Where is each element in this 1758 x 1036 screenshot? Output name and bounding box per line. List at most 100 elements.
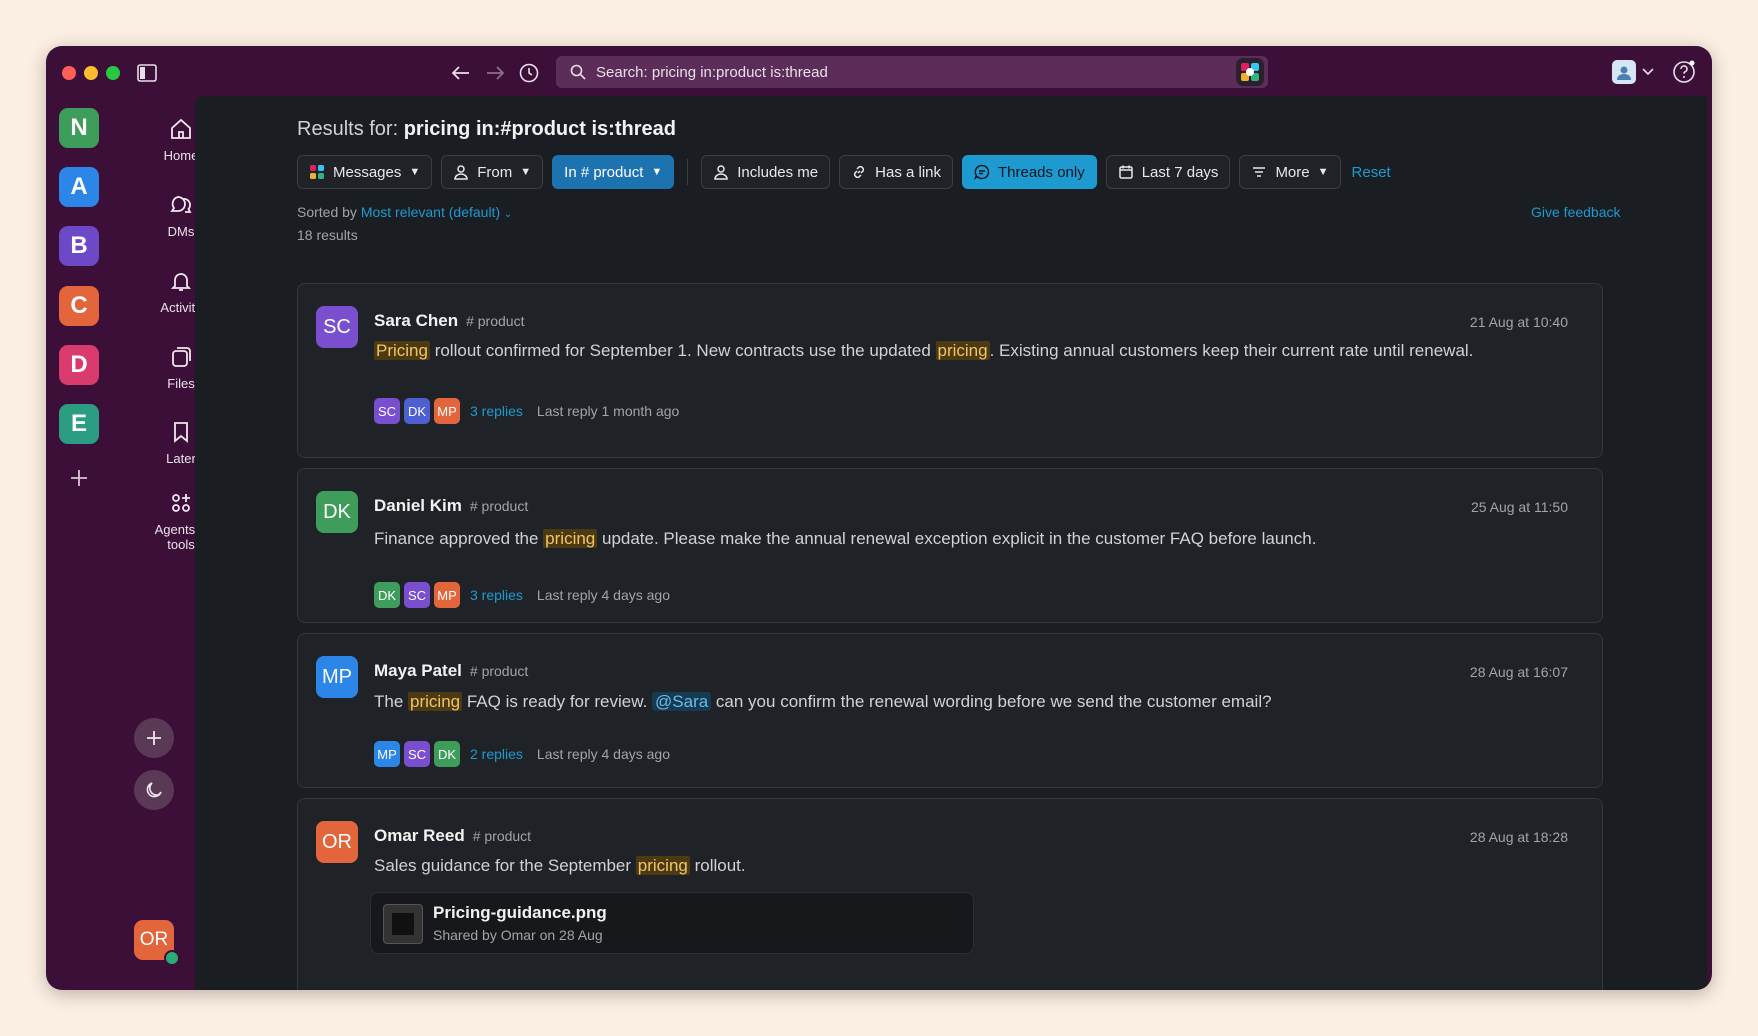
- search-query[interactable]: Search: pricing in:product is:thread: [596, 64, 1236, 81]
- moon-icon: [146, 782, 162, 798]
- online-status-indicator: [164, 950, 180, 966]
- author-avatar[interactable]: MP: [316, 656, 358, 698]
- search-bar[interactable]: Search: pricing in:product is:thread: [556, 56, 1268, 88]
- channel-label[interactable]: # product: [473, 828, 531, 844]
- participant-avatar: SC: [374, 398, 400, 424]
- search-result-card[interactable]: OR Omar Reed # product 28 Aug at 18:28 Sa…: [297, 798, 1603, 990]
- search-result-card[interactable]: SC Sara Chen # product 21 Aug at 10:40 Pr…: [297, 283, 1603, 458]
- filter-has-link[interactable]: Has a link: [839, 155, 953, 189]
- sidebar-toggle-icon[interactable]: [134, 60, 160, 86]
- channel-label[interactable]: # product: [466, 313, 524, 329]
- filter-bar: Messages ▼ From ▼ In # product ▼ Include…: [297, 155, 1391, 189]
- chevron-down-icon: ▼: [651, 166, 663, 178]
- workspace-e[interactable]: E: [59, 404, 99, 444]
- reply-count-link[interactable]: 3 replies: [470, 403, 523, 419]
- dark-mode-toggle[interactable]: [134, 770, 174, 810]
- author-name-text: Omar Reed: [374, 826, 465, 845]
- user-mention[interactable]: @Sara: [652, 692, 712, 711]
- filter-more-label: More: [1275, 163, 1310, 181]
- sort-dropdown[interactable]: Most relevant (default) ⌄: [361, 204, 513, 220]
- plus-icon: [147, 731, 161, 745]
- participant-avatar: MP: [434, 582, 460, 608]
- participant-initials: MP: [437, 587, 457, 603]
- history-clock-icon[interactable]: [516, 60, 542, 86]
- workspace-a[interactable]: A: [59, 167, 99, 207]
- minimize-window-button[interactable]: [84, 66, 98, 80]
- forward-arrow-icon[interactable]: [482, 60, 508, 86]
- workspace-letter: E: [70, 410, 87, 437]
- author-avatar[interactable]: DK: [316, 491, 358, 533]
- sorted-by-label: Sorted by: [297, 204, 357, 220]
- title-bar: Search: pricing in:product is:thread: [46, 46, 1712, 98]
- highlight-term: pricing: [935, 341, 990, 360]
- files-icon: [168, 344, 194, 370]
- message-timestamp[interactable]: 25 Aug at 11:50: [1471, 499, 1568, 515]
- file-name: Pricing-guidance.png: [433, 903, 607, 922]
- reply-count-link[interactable]: 3 replies: [470, 587, 523, 603]
- channel-label[interactable]: # product: [470, 663, 528, 679]
- filter-from[interactable]: From ▼: [441, 155, 544, 189]
- search-result-card[interactable]: MP Maya Patel # product 28 Aug at 16:07 T…: [297, 633, 1603, 788]
- nav-files-label: Files: [167, 376, 195, 391]
- workspace-c[interactable]: C: [59, 286, 99, 326]
- text-part: update. Please make the annual renewal e…: [597, 529, 1317, 548]
- close-window-button[interactable]: [62, 66, 76, 80]
- author-name[interactable]: Daniel Kim # product: [374, 496, 528, 516]
- filter-messages[interactable]: Messages ▼: [297, 155, 433, 189]
- workspace-n[interactable]: N: [59, 108, 99, 148]
- reply-count-link[interactable]: 2 replies: [470, 746, 523, 762]
- back-arrow-icon[interactable]: [448, 60, 474, 86]
- thread-replies-row[interactable]: SC DK MP 3 replies Last reply 1 month ag…: [374, 398, 679, 424]
- highlight-term: pricing: [635, 856, 690, 875]
- author-name[interactable]: Sara Chen # product: [374, 311, 524, 331]
- participant-initials: MP: [437, 403, 457, 419]
- last-reply-text: Last reply 4 days ago: [536, 746, 671, 762]
- filter-includes-me[interactable]: Includes me: [701, 155, 831, 189]
- thread-replies-row[interactable]: DK SC MP 3 replies Last reply 4 days ago: [374, 582, 670, 608]
- dms-icon: [168, 192, 194, 218]
- workspace-d[interactable]: D: [59, 345, 99, 385]
- participant-initials: MP: [377, 746, 397, 762]
- message-timestamp[interactable]: 28 Aug at 16:07: [1470, 664, 1568, 680]
- file-thumbnail: [383, 904, 423, 944]
- filter-in-channel[interactable]: In # product ▼: [552, 155, 675, 189]
- highlight-term: pricing: [408, 692, 463, 711]
- author-avatar[interactable]: SC: [316, 306, 358, 348]
- maximize-window-button[interactable]: [106, 66, 120, 80]
- thread-replies-row[interactable]: MP SC DK 2 replies Last reply 4 days ago: [374, 741, 670, 767]
- nav-later-label: Later: [166, 451, 196, 466]
- help-icon[interactable]: [1670, 58, 1698, 86]
- workspace-b[interactable]: B: [59, 226, 99, 266]
- user-avatar-icon: [1612, 60, 1636, 84]
- filter-more[interactable]: More ▼: [1239, 155, 1341, 189]
- text-part: . Existing annual customers keep their c…: [989, 341, 1474, 360]
- filter-last-7-days[interactable]: Last 7 days: [1105, 155, 1231, 189]
- filter-has-link-label: Has a link: [875, 163, 941, 181]
- create-new-button[interactable]: [134, 718, 174, 758]
- filter-last7-label: Last 7 days: [1141, 163, 1219, 181]
- message-timestamp[interactable]: 21 Aug at 10:40: [1470, 314, 1568, 330]
- participant-initials: DK: [377, 587, 397, 603]
- author-name[interactable]: Omar Reed # product: [374, 826, 531, 846]
- reset-filters-link[interactable]: Reset: [1352, 164, 1391, 181]
- home-icon: [168, 116, 194, 142]
- channel-label[interactable]: # product: [470, 498, 528, 514]
- author-name[interactable]: Maya Patel # product: [374, 661, 528, 681]
- filter-from-label: From: [477, 163, 513, 181]
- give-feedback-link[interactable]: Give feedback: [1531, 204, 1621, 220]
- filter-includes-me-label: Includes me: [737, 163, 819, 181]
- add-workspace-icon[interactable]: [59, 458, 99, 498]
- filter-threads-only[interactable]: Threads only: [962, 155, 1097, 189]
- message-timestamp[interactable]: 28 Aug at 18:28: [1470, 829, 1568, 845]
- search-result-card[interactable]: DK Daniel Kim # product 25 Aug at 11:50 F…: [297, 468, 1603, 623]
- last-reply-text: Last reply 1 month ago: [536, 403, 680, 419]
- chevron-down-icon: ▼: [520, 166, 532, 178]
- app-logo-icon[interactable]: [1236, 58, 1264, 86]
- user-menu-button[interactable]: [1612, 58, 1666, 86]
- results-count: 18 results: [297, 227, 358, 243]
- participant-avatar: MP: [434, 398, 460, 424]
- participant-avatar: DK: [374, 582, 400, 608]
- file-attachment[interactable]: Pricing-guidance.png Shared by Omar on 2…: [370, 892, 974, 954]
- author-avatar[interactable]: OR: [316, 821, 358, 863]
- filter-icon: [1253, 167, 1266, 177]
